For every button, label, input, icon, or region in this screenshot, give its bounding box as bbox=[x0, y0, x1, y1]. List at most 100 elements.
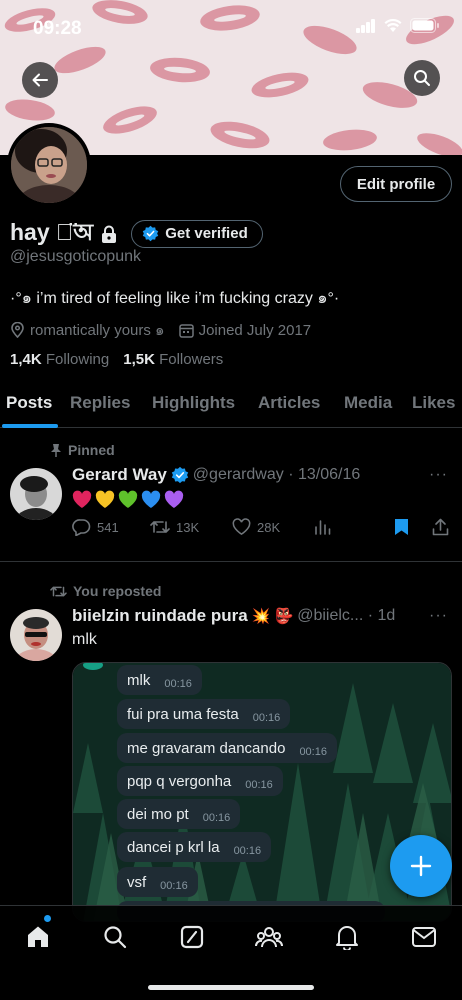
like-button[interactable]: 28K bbox=[232, 518, 280, 536]
communities-icon bbox=[255, 927, 283, 948]
edit-profile-button[interactable]: Edit profile bbox=[340, 166, 452, 202]
compose-post-button[interactable] bbox=[390, 835, 452, 897]
heart-outline-icon bbox=[232, 518, 251, 536]
calendar-icon bbox=[178, 323, 194, 338]
status-bar: 09:28 bbox=[0, 0, 462, 56]
plus-icon bbox=[410, 855, 432, 877]
chat-message-text: fui pra uma festa bbox=[127, 705, 239, 723]
profile-location: romantically yours ๑ bbox=[10, 318, 165, 342]
share-button[interactable] bbox=[432, 518, 449, 536]
views-button[interactable] bbox=[314, 518, 331, 535]
tab-replies[interactable]: Replies bbox=[70, 393, 130, 413]
nav-notifications[interactable] bbox=[333, 923, 361, 951]
profile-bio: ·°๑ i’m tired of feeling like i’m fuckin… bbox=[10, 290, 340, 307]
like-count: 28K bbox=[257, 519, 281, 535]
repost-label-text: You reposted bbox=[73, 583, 162, 599]
messages-icon bbox=[412, 927, 436, 947]
reply-button[interactable]: 541 bbox=[72, 518, 119, 536]
nav-search[interactable] bbox=[101, 923, 129, 951]
repost-count: 13K bbox=[176, 519, 200, 535]
chat-message-text: dancei p krl la bbox=[127, 838, 220, 856]
followers-label: Followers bbox=[159, 351, 224, 368]
profile-tabs: Posts Replies Highlights Articles Media … bbox=[0, 380, 462, 428]
location-pin-icon bbox=[11, 322, 24, 338]
chat-message: me gravaram dancando 00:16 bbox=[117, 733, 337, 763]
pinned-text: Pinned bbox=[68, 442, 115, 458]
chat-message: fui pra uma festa 00:16 bbox=[117, 699, 291, 729]
chat-message-text: pqp q vergonha bbox=[127, 772, 232, 790]
nav-messages[interactable] bbox=[410, 923, 438, 951]
following-link[interactable]: 1,4K Following bbox=[10, 351, 109, 368]
home-notification-dot bbox=[44, 915, 51, 922]
repost-icon bbox=[50, 586, 67, 596]
tab-likes[interactable]: Likes bbox=[412, 393, 455, 413]
chat-message-time: 00:16 bbox=[252, 712, 281, 724]
chat-message-time: 00:16 bbox=[164, 678, 192, 690]
gerard-way-avatar[interactable] bbox=[10, 468, 62, 520]
home-icon bbox=[28, 926, 48, 947]
reply-count: 541 bbox=[97, 519, 119, 535]
repost-icon bbox=[150, 521, 170, 533]
chat-message-text: mlk bbox=[127, 671, 151, 689]
repost-author-emojis: 💥 👺 bbox=[251, 608, 294, 625]
bookmark-button[interactable] bbox=[394, 518, 409, 536]
profile-joined: Joined July 2017 bbox=[178, 321, 312, 339]
reply-icon bbox=[72, 519, 91, 536]
repost-button[interactable]: 13K bbox=[150, 518, 199, 536]
chat-message-time: 00:16 bbox=[245, 779, 273, 791]
pinned-author[interactable]: Gerard Way bbox=[72, 465, 167, 485]
nav-communities[interactable] bbox=[255, 923, 283, 951]
repost-header: biielzin ruindade pura 💥 👺 @biielc... · … bbox=[72, 606, 395, 626]
grok-icon bbox=[180, 925, 204, 949]
notifications-icon bbox=[336, 926, 358, 950]
tab-media[interactable]: Media bbox=[344, 393, 392, 413]
nav-home[interactable] bbox=[24, 923, 52, 951]
arrow-left-icon bbox=[32, 73, 48, 87]
following-count: 1,4K bbox=[10, 351, 42, 368]
pinned-more-button[interactable]: ··· bbox=[429, 466, 448, 484]
battery-icon bbox=[410, 18, 439, 33]
chat-message: dancei p krl la 00:16 bbox=[117, 832, 272, 862]
share-icon bbox=[432, 518, 449, 536]
pinned-post-actions: 541 13K 28K bbox=[72, 518, 450, 542]
followers-link[interactable]: 1,5K Followers bbox=[123, 351, 223, 368]
lock-icon bbox=[102, 225, 117, 243]
biielzin-avatar[interactable] bbox=[10, 609, 62, 661]
tab-highlights[interactable]: Highlights bbox=[152, 393, 235, 413]
analytics-icon bbox=[315, 520, 331, 535]
chat-message: pqp q vergonha 00:16 bbox=[117, 766, 283, 796]
repost-author[interactable]: biielzin ruindade pura bbox=[72, 606, 248, 626]
repost-handle-date: @biielc... · 1d bbox=[297, 607, 396, 624]
chat-message-text: me gravaram dancando bbox=[127, 739, 286, 757]
search-icon bbox=[414, 70, 430, 86]
nav-grok[interactable] bbox=[178, 923, 206, 951]
signal-icon bbox=[356, 18, 375, 33]
back-button[interactable] bbox=[22, 62, 58, 98]
pinned-handle-date: @gerardway · 13/06/16 bbox=[192, 466, 361, 483]
chat-message-time: 00:16 bbox=[299, 746, 327, 758]
repost-label: You reposted bbox=[50, 583, 161, 599]
joined-text: Joined July 2017 bbox=[198, 321, 312, 339]
pinned-post-header: Gerard Way @gerardway · 13/06/16 bbox=[72, 465, 360, 485]
purple-heart-icon bbox=[164, 490, 184, 508]
search-button[interactable] bbox=[404, 60, 440, 96]
tab-articles[interactable]: Articles bbox=[258, 393, 320, 413]
pin-icon bbox=[51, 444, 61, 457]
active-tab-indicator bbox=[2, 424, 58, 428]
tab-posts[interactable]: Posts bbox=[6, 393, 52, 413]
profile-avatar[interactable] bbox=[7, 123, 91, 207]
get-verified-button[interactable]: Get verified bbox=[131, 219, 263, 248]
repost-more-button[interactable]: ··· bbox=[429, 607, 448, 625]
following-label: Following bbox=[45, 351, 110, 368]
chat-message-time: 00:16 bbox=[233, 845, 262, 857]
repost-text: mlk bbox=[72, 631, 97, 648]
get-verified-label: Get verified bbox=[165, 225, 248, 242]
wifi-icon bbox=[384, 18, 402, 32]
red-heart-icon bbox=[72, 490, 92, 508]
status-time: 09:28 bbox=[33, 18, 82, 39]
chat-message-time: 00:16 bbox=[160, 880, 188, 892]
chat-message: mlk 00:16 bbox=[117, 665, 202, 695]
verified-badge-icon bbox=[171, 466, 188, 484]
chat-message-text: vsf bbox=[127, 873, 147, 891]
blue-heart-icon bbox=[141, 490, 161, 508]
